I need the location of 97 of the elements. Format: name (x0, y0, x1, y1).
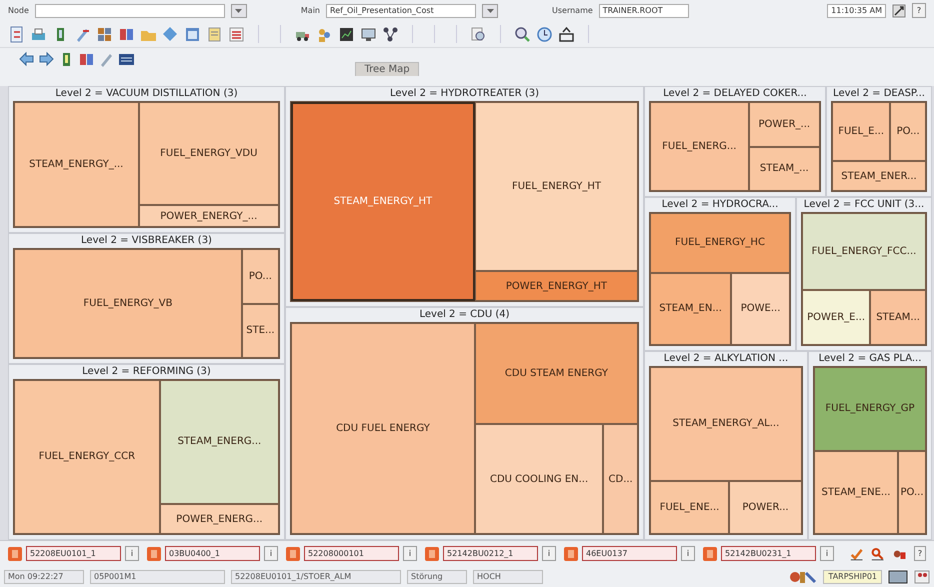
treemap-cell[interactable]: FUEL_ENERGY_FCC... (802, 213, 926, 290)
treemap-cell[interactable]: STEAM_... (748, 146, 820, 192)
treemap-cell[interactable]: POWER_ENERGY_... (138, 205, 279, 228)
treemap-cell[interactable]: STEAM_ENER... (832, 161, 926, 192)
treemap-cell[interactable]: FUEL_ENERG... (650, 102, 749, 192)
treemap-cell[interactable]: STEAM_ENE... (814, 450, 898, 534)
field-label: Main (300, 4, 320, 17)
treemap-cell[interactable]: POWER... (729, 480, 802, 534)
treemap-cell[interactable]: FUEL_E... (832, 102, 890, 162)
treemap-cell[interactable]: STEAM_ENERG... (160, 380, 279, 504)
clock-text: 11:10:35 AM (827, 4, 886, 18)
treemap-cell[interactable]: PO... (242, 249, 279, 304)
group-title: Level 2 = GAS PLA... (818, 352, 922, 366)
grid-icon[interactable] (96, 26, 113, 43)
dropdown-button[interactable] (482, 4, 498, 18)
back-arrow-icon[interactable] (18, 51, 35, 68)
group-title: Level 2 = VACUUM DISTILLATION (3) (54, 86, 239, 101)
status-field: 52208EU0101_1/STOER_ALM (231, 570, 401, 584)
info-button[interactable]: i (264, 546, 278, 562)
alarm-tag-field[interactable]: 03BU0400_1 (165, 546, 260, 562)
alarm-icon[interactable] (703, 546, 717, 561)
station-field: TARPSHIP01 (823, 570, 882, 584)
treemap-cell[interactable]: PO... (898, 450, 926, 534)
info-button[interactable]: i (125, 546, 139, 562)
group-title: Level 2 = VISBREAKER (3) (80, 234, 213, 248)
treemap-cell[interactable]: POWER_... (748, 102, 820, 147)
list-icon[interactable] (228, 26, 245, 43)
treemap-cell[interactable]: STEAM... (870, 290, 926, 345)
alarm-tag-field[interactable]: 52208000101 (304, 546, 399, 562)
main-field[interactable]: Ref_Oil_Presentation_Cost (326, 4, 476, 18)
alarm-icon[interactable] (286, 546, 300, 561)
alarm-tag-field[interactable]: 52142BU0212_1 (443, 546, 538, 562)
treemap-cell[interactable]: CD... (603, 424, 638, 534)
window-icon[interactable] (184, 26, 201, 43)
printer-icon[interactable] (30, 26, 47, 43)
status-field: HOCH (473, 570, 543, 584)
alarm-tag-field[interactable]: 52142BU0231_1 (721, 546, 816, 562)
clock-icon[interactable] (536, 26, 553, 43)
field-label: Username (552, 4, 593, 17)
group-title: Level 2 = REFORMING (3) (81, 364, 212, 379)
info-button[interactable]: i (681, 546, 695, 562)
treemap-cell[interactable]: STE... (242, 304, 279, 358)
alarm-tag-field[interactable]: 46EU0137 (582, 546, 677, 562)
alarm-tag-field[interactable]: 52208EU0101_1 (26, 546, 121, 562)
treemap-cell[interactable]: POWER_E... (802, 290, 870, 345)
status-field: Störung (407, 570, 467, 584)
monitor-icon[interactable] (888, 570, 908, 584)
treemap-cell[interactable]: FUEL_ENERGY_CCR (14, 380, 160, 534)
treemap-cell[interactable]: FUEL_ENERGY_GP (814, 366, 926, 450)
group-title: Level 2 = CDU (4) (418, 308, 511, 322)
treemap-cell[interactable]: POWER_ENERG... (160, 504, 279, 534)
alarm-icon[interactable] (564, 546, 578, 561)
alarm-icon[interactable] (147, 546, 161, 561)
magnifier-icon[interactable] (470, 26, 487, 43)
info-button[interactable]: i (403, 546, 417, 562)
notepad-icon[interactable] (206, 26, 223, 43)
monitor-icon[interactable] (360, 26, 377, 43)
group-title: Level 2 = HYDROCRA... (660, 198, 780, 212)
group-title: Level 2 = ALKYLATION ... (662, 352, 790, 366)
tab[interactable]: Tree Map (355, 62, 419, 76)
treemap-cell[interactable]: PO... (890, 102, 926, 162)
treemap-cell[interactable]: FUEL_ENERGY_HC (650, 213, 790, 272)
group-title: Level 2 = DELAYED COKER... (662, 86, 808, 101)
alarm-icon[interactable] (8, 546, 22, 561)
info-button[interactable]: i (542, 546, 556, 562)
help-button[interactable]: ? (912, 3, 926, 18)
status-field: 05P001M1 (90, 570, 225, 584)
treemap-cell[interactable]: CDU COOLING EN... (474, 424, 604, 534)
diamond-icon[interactable] (162, 26, 179, 43)
treemap-cell[interactable]: FUEL_ENERGY_VB (14, 249, 242, 358)
help-button[interactable]: ? (914, 546, 926, 562)
treemap-cell[interactable]: CDU FUEL ENERGY (291, 323, 475, 534)
field-label: Node (8, 4, 29, 17)
status-field: Mon 09:22:27 (4, 570, 84, 584)
treemap-cell[interactable]: FUEL_ENE... (650, 480, 730, 534)
treemap-cell[interactable]: STEAM_ENERGY_AL... (650, 366, 802, 481)
alarm-icon[interactable] (425, 546, 439, 561)
treemap-cell[interactable]: CDU STEAM ENERGY (474, 323, 638, 424)
info-button[interactable]: i (820, 546, 834, 562)
network-icon[interactable] (382, 26, 399, 43)
treemap-cell[interactable]: POWER_ENERGY_HT (474, 271, 638, 302)
treemap-cell[interactable]: STEAM_EN... (650, 272, 732, 345)
node-field[interactable] (34, 4, 225, 18)
chart-icon[interactable] (338, 26, 355, 43)
treemap-cell[interactable]: POWE... (731, 272, 790, 345)
group-title: Level 2 = DEASP... (832, 86, 926, 101)
group-title: Level 2 = HYDROTREATER (3) (389, 86, 540, 101)
search-icon[interactable] (514, 26, 531, 43)
tray-icon[interactable] (558, 26, 575, 43)
username-field[interactable]: TRAINER.ROOT (598, 4, 689, 18)
treemap-cell[interactable]: FUEL_ENERGY_VDU (138, 102, 279, 206)
tool-icon[interactable] (892, 4, 906, 18)
treemap-cell[interactable]: FUEL_ENERGY_HT (474, 102, 638, 272)
dropdown-button[interactable] (230, 4, 247, 18)
group-title: Level 2 = FCC UNIT (3... (802, 198, 926, 212)
treemap-cell[interactable]: STEAM_ENERGY_... (14, 102, 139, 228)
forward-arrow-icon[interactable] (38, 51, 55, 68)
